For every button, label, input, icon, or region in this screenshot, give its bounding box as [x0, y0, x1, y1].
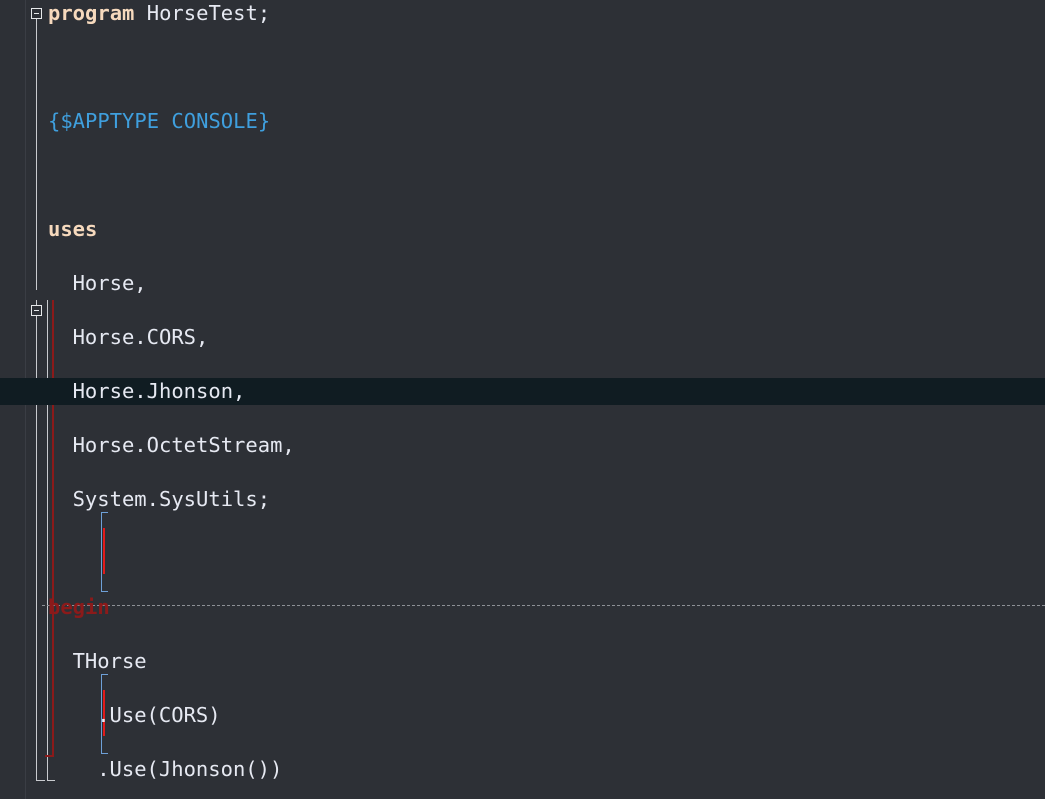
code-line-text: Horse.Jhonson,	[73, 378, 246, 405]
code-line-text: Horse,	[73, 270, 147, 297]
code-line-text: uses	[48, 216, 97, 243]
code-line[interactable]: System.SysUtils;	[0, 486, 1045, 513]
code-token: uses	[48, 217, 97, 241]
code-line-text: .Use(Jhonson())	[97, 756, 282, 783]
code-line-text: System.SysUtils;	[73, 486, 270, 513]
code-line-text: .Use(CORS)	[97, 702, 220, 729]
code-token: System.SysUtils;	[73, 487, 270, 511]
code-token: THorse	[73, 649, 147, 673]
code-editor[interactable]: program HorseTest; {$APPTYPE CONSOLE} uses…	[0, 0, 1045, 799]
code-line-text: THorse	[73, 648, 147, 675]
code-line-text: begin	[48, 594, 110, 621]
code-line[interactable]: THorse	[0, 648, 1045, 675]
code-content[interactable]: program HorseTest; {$APPTYPE CONSOLE} uses…	[0, 0, 1045, 783]
code-line[interactable]: program HorseTest;	[0, 0, 1045, 27]
code-token: Horse.OctetStream,	[73, 433, 295, 457]
code-token: .Use(Jhonson())	[97, 757, 282, 781]
code-line-text: {$APPTYPE CONSOLE}	[48, 108, 270, 135]
code-token: {$APPTYPE CONSOLE}	[48, 109, 270, 133]
code-token: .Use(CORS)	[97, 703, 220, 727]
code-line[interactable]: .Use(Jhonson())	[0, 756, 1045, 783]
code-line[interactable]: Horse.CORS,	[0, 324, 1045, 351]
code-token: program	[48, 1, 134, 25]
code-line[interactable]	[0, 54, 1045, 81]
code-token: Horse.Jhonson,	[73, 379, 246, 403]
code-line[interactable]	[0, 162, 1045, 189]
code-line[interactable]	[0, 540, 1045, 567]
code-line[interactable]: begin	[0, 594, 1045, 621]
code-line[interactable]: Horse,	[0, 270, 1045, 297]
fold-marker-begin[interactable]	[31, 305, 42, 316]
code-token: Horse,	[73, 271, 147, 295]
code-line[interactable]: Horse.OctetStream,	[0, 432, 1045, 459]
code-line[interactable]: Horse.Jhonson,	[0, 378, 1045, 405]
code-line-text: Horse.OctetStream,	[73, 432, 295, 459]
code-line[interactable]: .Use(CORS)	[0, 702, 1045, 729]
code-line[interactable]: {$APPTYPE CONSOLE}	[0, 108, 1045, 135]
code-line-text: program HorseTest;	[48, 0, 270, 27]
fold-marker-program[interactable]	[31, 8, 42, 19]
code-token: HorseTest;	[134, 1, 270, 25]
code-line-text: Horse.CORS,	[73, 324, 209, 351]
code-token: Horse.CORS,	[73, 325, 209, 349]
code-line[interactable]: uses	[0, 216, 1045, 243]
code-token: begin	[48, 595, 110, 619]
